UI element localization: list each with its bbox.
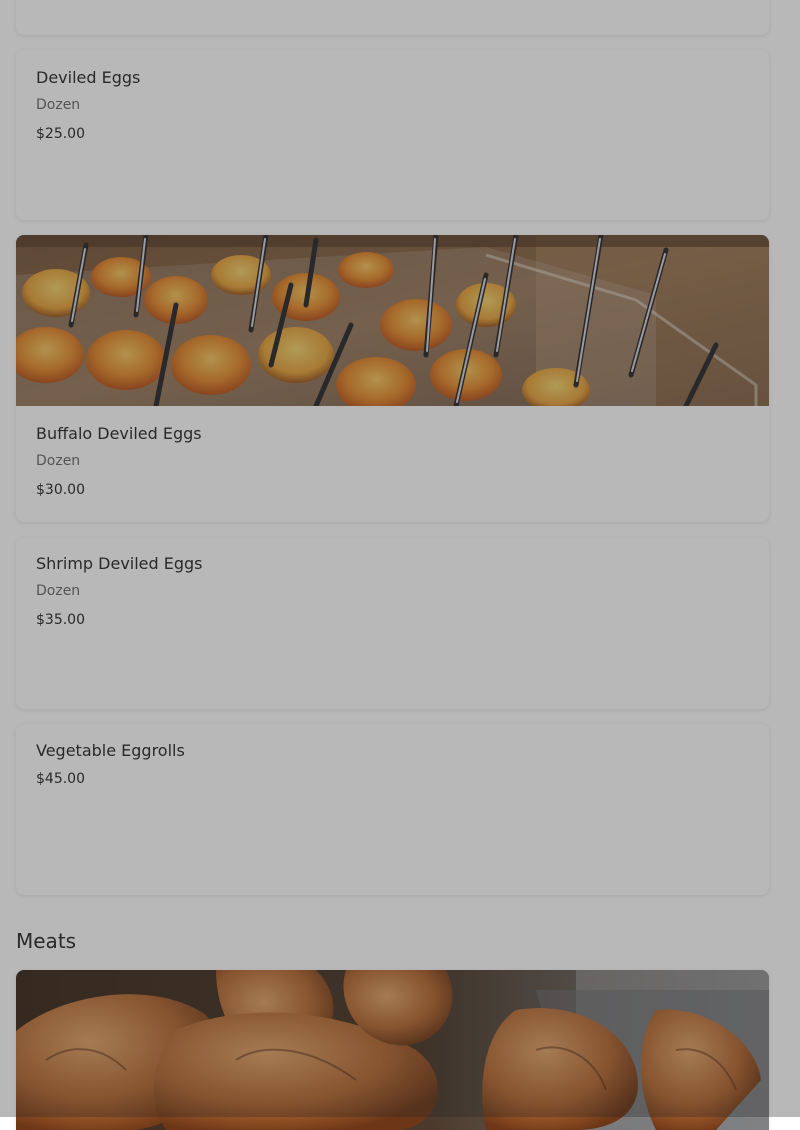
menu-page: Deviled Eggs Dozen $25.00 Buffalo Devile…	[0, 0, 800, 1130]
modal-backdrop-overlay[interactable]	[0, 0, 800, 1117]
